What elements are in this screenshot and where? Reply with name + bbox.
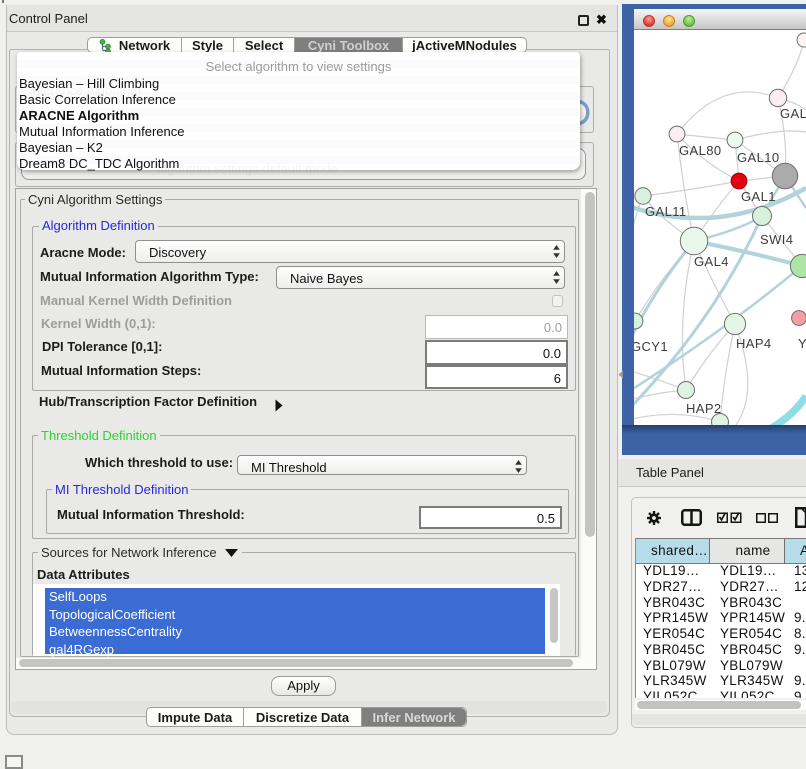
svg-text:SWI4: SWI4 [760, 232, 793, 247]
svg-text:Y: Y [798, 336, 806, 351]
svg-text:GAL80: GAL80 [679, 143, 721, 158]
svg-text:HAP4: HAP4 [736, 336, 772, 351]
svg-text:GAL1: GAL1 [741, 189, 776, 204]
svg-text:GAL10: GAL10 [737, 150, 779, 165]
svg-text:GAL11: GAL11 [645, 204, 687, 219]
svg-text:GAL7: GAL7 [780, 106, 806, 121]
svg-text:GCY1: GCY1 [634, 339, 668, 354]
svg-text:GAL4: GAL4 [694, 254, 729, 269]
svg-text:HAP2: HAP2 [686, 401, 722, 416]
